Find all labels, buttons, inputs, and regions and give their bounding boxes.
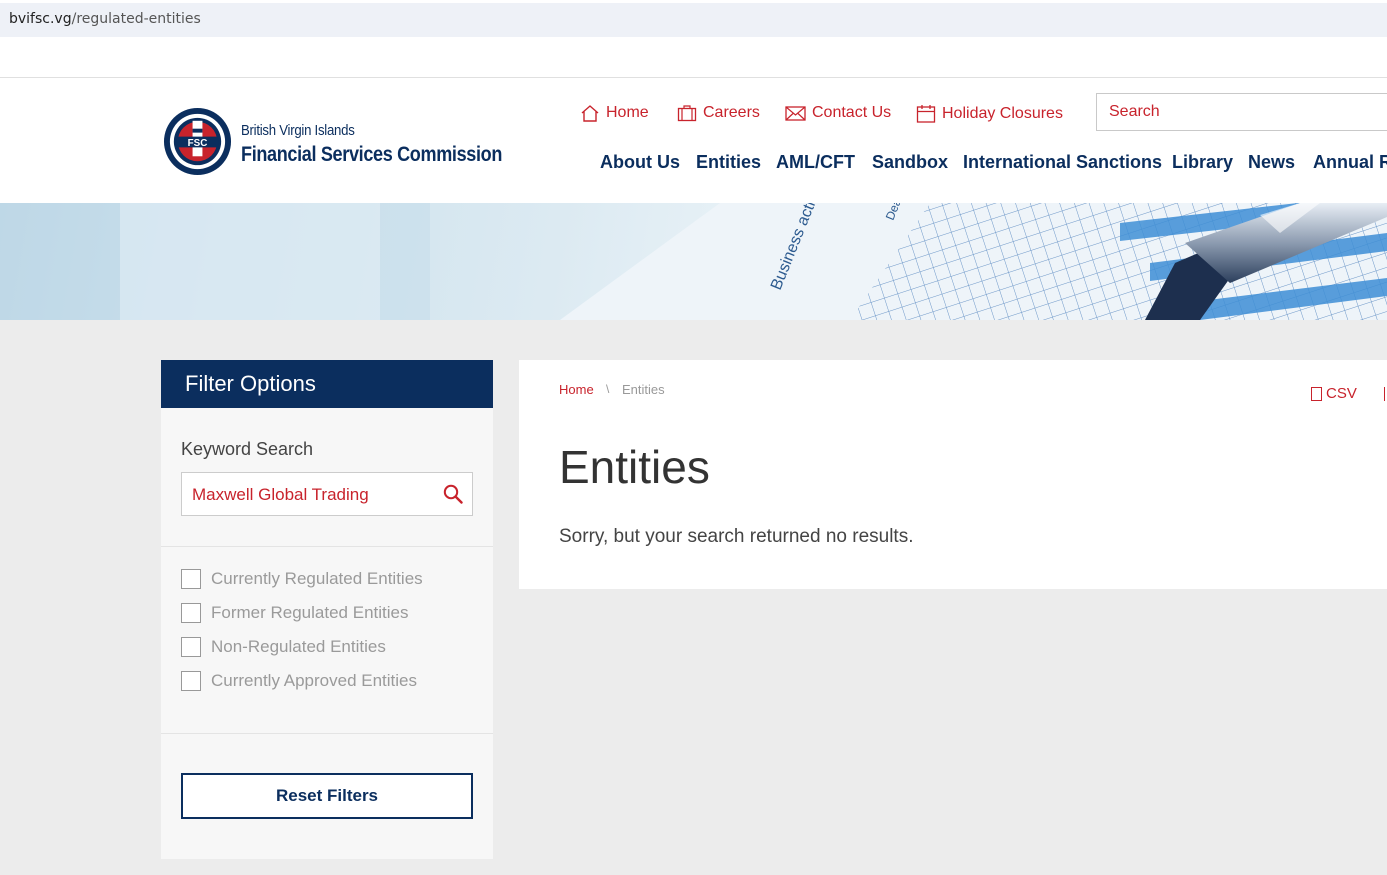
option-label: Currently Regulated Entities [211, 569, 423, 588]
checkbox[interactable] [181, 637, 201, 657]
envelope-icon [785, 106, 806, 121]
utility-holiday-label: Holiday Closures [942, 104, 1063, 122]
results-panel: Home \ Entities CSV Entities Sorry, but … [519, 360, 1387, 589]
site-search-input[interactable] [1097, 94, 1387, 130]
header-divider [0, 77, 1387, 78]
filter-divider [161, 546, 493, 547]
file-icon [1311, 386, 1322, 401]
utility-home-label: Home [606, 104, 649, 121]
site-search[interactable] [1096, 93, 1387, 131]
breadcrumb-current: Entities [622, 382, 665, 397]
banner-image: Business acti Dea [0, 203, 1387, 320]
logo-line1: British Virgin Islands [241, 122, 355, 139]
logo-line2: Financial Services Commission [241, 143, 503, 166]
checkbox[interactable] [181, 603, 201, 623]
filter-panel: Filter Options Keyword Search Maxwell Gl… [161, 360, 493, 859]
keyword-search-label: Keyword Search [181, 439, 314, 459]
utility-careers-label: Careers [703, 104, 760, 121]
utility-link-careers[interactable]: Careers [677, 104, 760, 122]
option-label: Non-Regulated Entities [211, 637, 386, 656]
nav-annual-reports[interactable]: Annual R [1313, 152, 1387, 173]
csv-export-link[interactable]: CSV [1311, 385, 1357, 402]
site-logo[interactable]: FSC British Virgin Islands Financial Ser… [163, 107, 502, 179]
utility-link-home[interactable]: Home [580, 104, 649, 122]
nav-aml-cft[interactable]: AML/CFT [776, 152, 855, 173]
page-title: Entities [559, 441, 710, 493]
option-non-regulated[interactable]: Non-Regulated Entities [181, 637, 386, 657]
nav-about-us[interactable]: About Us [600, 152, 680, 173]
csv-label: CSV [1326, 385, 1357, 402]
utility-link-holiday[interactable]: Holiday Closures [916, 104, 1063, 123]
keyword-search-value[interactable]: Maxwell Global Trading [192, 485, 369, 505]
utility-link-contact[interactable]: Contact Us [785, 104, 891, 122]
home-icon [581, 105, 599, 122]
utility-contact-label: Contact Us [812, 104, 892, 121]
browser-url-bar[interactable]: bvifsc.vg/regulated-entities [0, 3, 1387, 37]
nav-library[interactable]: Library [1172, 152, 1233, 173]
nav-entities[interactable]: Entities [696, 152, 761, 173]
reset-filters-button[interactable]: Reset Filters [181, 773, 473, 819]
nav-news[interactable]: News [1248, 152, 1295, 173]
nav-international-sanctions[interactable]: International Sanctions [963, 152, 1162, 173]
option-label: Former Regulated Entities [211, 603, 409, 622]
search-icon[interactable] [443, 484, 463, 504]
breadcrumb-separator: \ [606, 382, 610, 396]
option-currently-regulated[interactable]: Currently Regulated Entities [181, 569, 423, 589]
url-text[interactable]: bvifsc.vg/regulated-entities [9, 11, 201, 27]
option-label: Currently Approved Entities [211, 671, 417, 690]
briefcase-icon [677, 105, 697, 122]
keyword-search-input[interactable]: Maxwell Global Trading [181, 472, 473, 516]
fsc-seal-icon: FSC [163, 107, 232, 176]
checkbox[interactable] [181, 671, 201, 691]
breadcrumb-home[interactable]: Home [559, 382, 594, 397]
filter-title: Filter Options [161, 360, 493, 408]
hero-banner: Business acti Dea [0, 203, 1387, 320]
nav-sandbox[interactable]: Sandbox [872, 152, 948, 173]
seal-text: FSC [188, 138, 208, 149]
option-currently-approved[interactable]: Currently Approved Entities [181, 671, 417, 691]
checkbox[interactable] [181, 569, 201, 589]
option-former-regulated[interactable]: Former Regulated Entities [181, 603, 408, 623]
calendar-icon [916, 105, 936, 123]
filter-divider [161, 733, 493, 734]
no-results-message: Sorry, but your search returned no resul… [559, 526, 914, 547]
